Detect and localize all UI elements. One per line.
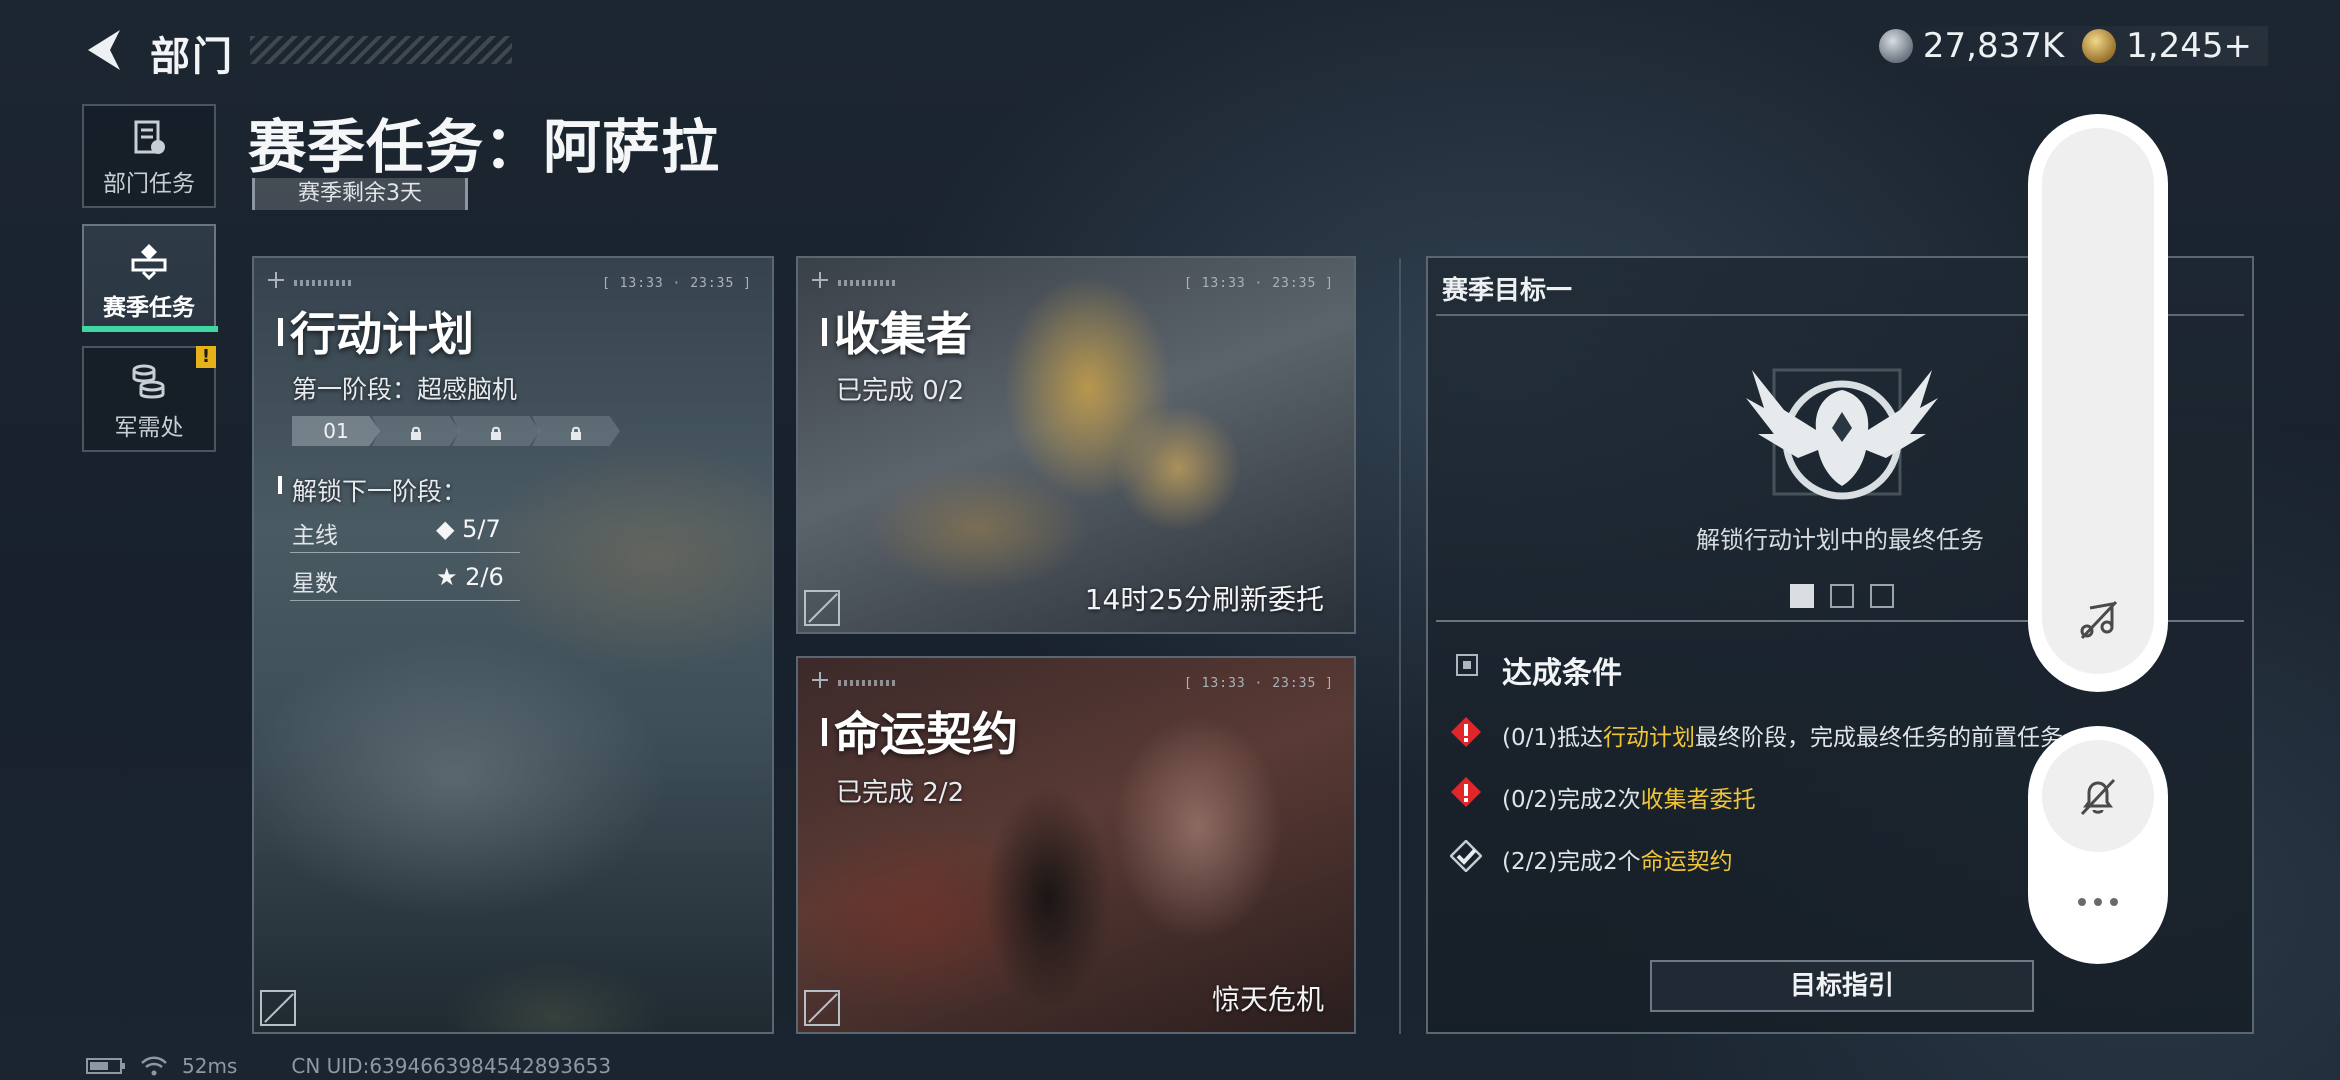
season-emblem-icon: [131, 244, 167, 280]
goal-guide-button[interactable]: 目标指引: [1650, 960, 2034, 1012]
condition-item: (0/2)完成2次收集者委托: [1502, 787, 1756, 813]
currency-value-silver: 27,837K: [1922, 26, 2065, 66]
title-marker: [822, 718, 827, 746]
stage-item-locked: [452, 416, 540, 446]
warning-icon: [1451, 717, 1481, 747]
music-off-icon[interactable]: [2076, 598, 2120, 642]
notification-badge: !: [196, 346, 216, 368]
stage-item-current: 01: [292, 416, 380, 446]
gold-coin-icon: [2082, 29, 2117, 63]
page-indicator-active[interactable]: [1790, 584, 1814, 608]
nav-label: 部门任务: [103, 171, 195, 197]
crosshair-icon: [268, 272, 284, 288]
card-title: 行动计划: [290, 307, 474, 361]
stage-item-locked: [372, 416, 460, 446]
section-marker: [278, 476, 282, 494]
nav-label: 军需处: [114, 415, 184, 441]
main-line-value: ◆ 5/7: [436, 515, 501, 543]
battery-icon: [86, 1058, 125, 1074]
phase-label: 第一阶段：超感脑机: [292, 375, 518, 404]
page-indicator[interactable]: [1870, 584, 1894, 608]
card-decoration: [838, 680, 898, 686]
refresh-timer: 14时25分刷新委托: [1084, 583, 1324, 616]
lock-icon: [571, 426, 581, 440]
wifi-icon: [141, 1056, 167, 1076]
warning-icon: [1451, 777, 1481, 807]
condition-item: (0/1)抵达行动计划最终阶段，完成最终任务的前置任务: [1502, 725, 2063, 751]
user-uid: CN UID:6394663984542893653: [291, 1054, 612, 1078]
card-decoration: [838, 280, 898, 286]
floating-toolbar[interactable]: [2028, 114, 2168, 692]
card-timestamp: [ 13:33 · 23:35 ]: [1183, 276, 1334, 291]
eagle-emblem-icon: [1746, 368, 1938, 500]
card-decoration: [294, 280, 354, 286]
more-options-icon[interactable]: [2076, 896, 2120, 908]
currency-value-gold[interactable]: 1,245+: [2126, 26, 2252, 66]
corner-marker-icon: [804, 990, 840, 1026]
back-arrow-icon[interactable]: [82, 26, 126, 74]
lock-icon: [491, 426, 501, 440]
card-title: 收集者: [834, 307, 972, 361]
row-divider: [290, 552, 520, 553]
card-timestamp: [ 13:33 · 23:35 ]: [601, 276, 752, 291]
conditions-bullet-icon: [1456, 654, 1478, 676]
crosshair-icon: [812, 672, 828, 688]
ping-value: 52ms: [182, 1054, 238, 1078]
conditions-title: 达成条件: [1502, 656, 1622, 691]
nav-item-season-tasks[interactable]: 赛季任务: [82, 224, 216, 332]
coin-stack-icon: [132, 364, 165, 399]
completion-status: 已完成 2/2: [836, 778, 965, 808]
stage-item-locked: [532, 416, 620, 446]
page-header-title[interactable]: 部门: [150, 24, 234, 82]
document-icon: [134, 120, 165, 154]
goal-heading: 赛季目标一: [1442, 276, 1573, 306]
floating-toolbar-panel: [2042, 128, 2154, 674]
operation-plan-card[interactable]: [ 13:33 · 23:35 ] 行动计划 第一阶段：超感脑机 01 解锁下一…: [252, 256, 774, 1034]
contract-name: 惊天危机: [1211, 983, 1324, 1016]
unlock-next-label: 解锁下一阶段：: [292, 477, 468, 506]
season-remaining-badge: 赛季剩余3天: [252, 178, 468, 210]
floating-menu[interactable]: [2028, 726, 2168, 964]
status-bar: 52ms CN UID:6394663984542893653: [86, 1054, 611, 1078]
section-divider: [1399, 258, 1401, 1034]
crosshair-icon: [812, 272, 828, 288]
active-tab-indicator: [82, 326, 218, 332]
page-title: 赛季任务：阿萨拉: [248, 113, 721, 181]
nav-label: 赛季任务: [103, 295, 195, 321]
title-marker: [278, 318, 283, 346]
stars-label: 星数: [292, 571, 338, 597]
bell-off-icon[interactable]: [2076, 774, 2120, 818]
completion-status: 已完成 0/2: [836, 376, 965, 406]
nav-item-department-tasks[interactable]: 部门任务: [82, 104, 216, 208]
corner-marker-icon: [804, 590, 840, 626]
fate-contract-card[interactable]: [ 13:33 · 23:35 ] 命运契约 已完成 2/2 惊天危机: [796, 656, 1356, 1034]
collector-card[interactable]: [ 13:33 · 23:35 ] 收集者 已完成 0/2 14时25分刷新委托: [796, 256, 1356, 634]
row-divider: [290, 600, 520, 601]
stage-progress: 01: [292, 416, 632, 446]
condition-item: (2/2)完成2个命运契约: [1502, 849, 1733, 875]
card-title: 命运契约: [834, 707, 1018, 761]
card-timestamp: [ 13:33 · 23:35 ]: [1183, 676, 1334, 691]
page-indicator[interactable]: [1830, 584, 1854, 608]
lock-icon: [411, 426, 421, 440]
stars-value: ★ 2/6: [436, 563, 504, 591]
check-icon: [1450, 840, 1482, 872]
title-marker: [822, 318, 827, 346]
silver-coin-icon: [1878, 29, 1913, 63]
main-line-label: 主线: [292, 523, 338, 549]
header-decoration: [250, 36, 512, 64]
currency-bar: 27,837K 1,245+: [1868, 26, 2268, 66]
corner-marker-icon: [260, 990, 296, 1026]
